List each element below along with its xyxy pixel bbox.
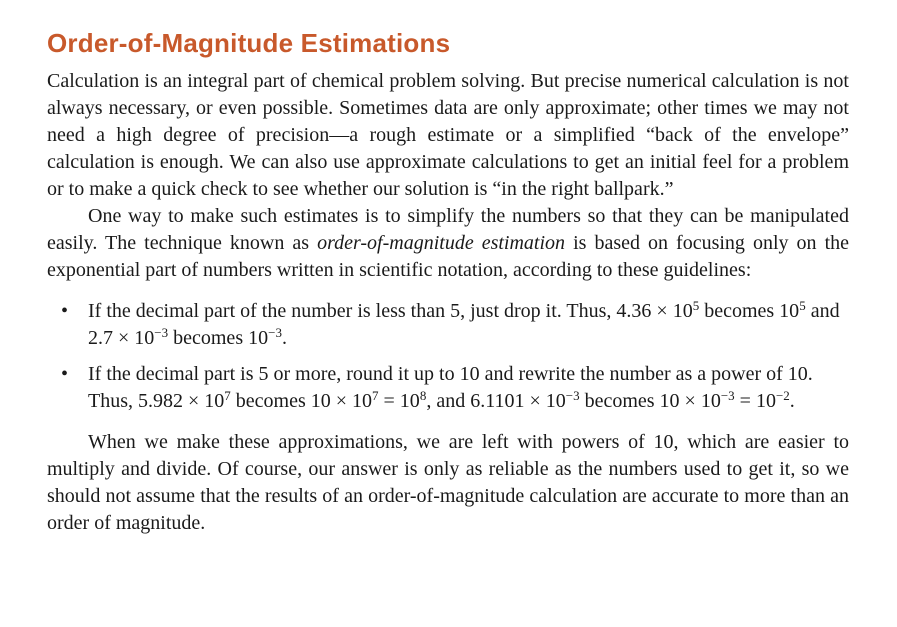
paragraph-technique: One way to make such estimates is to sim… [47,203,849,284]
bullet-dot-icon: • [61,300,69,322]
guideline-drop-text: becomes 10 [168,327,269,349]
guideline-round-text: = 10 [734,390,776,412]
guideline-round-text: becomes 10 × 10 [579,390,721,412]
guideline-round-text: . [789,390,795,412]
exponent: −2 [775,388,790,403]
guideline-drop: • If the decimal part of the number is l… [47,298,849,352]
guideline-round-text: , and 6.1101 × 10 [426,390,566,412]
paragraph-intro: Calculation is an integral part of chemi… [47,70,849,200]
guideline-drop-text: If the decimal part of the number is les… [88,300,693,322]
guideline-round-text: becomes 10 × 10 [230,390,373,412]
guideline-drop-text: . [281,327,287,349]
guideline-round-text: = 10 [378,390,420,412]
exponent: −3 [268,325,282,340]
term-order-of-magnitude: order-of-magnitude estimation [317,232,566,254]
paragraph-conclusion: When we make these approximations, we ar… [47,431,849,534]
exponent: −3 [565,388,580,403]
section-title: Order-of-Magnitude Estimations [47,28,451,58]
exponent: −3 [154,325,169,340]
document-page: Order-of-Magnitude Estimations Calculati… [47,24,849,537]
guidelines-list: • If the decimal part of the number is l… [47,298,849,415]
guideline-drop-text: becomes 10 [699,300,800,322]
exponent: −3 [720,388,735,403]
guideline-round-up: • If the decimal part is 5 or more, roun… [47,361,849,415]
bullet-dot-icon: • [61,363,69,385]
